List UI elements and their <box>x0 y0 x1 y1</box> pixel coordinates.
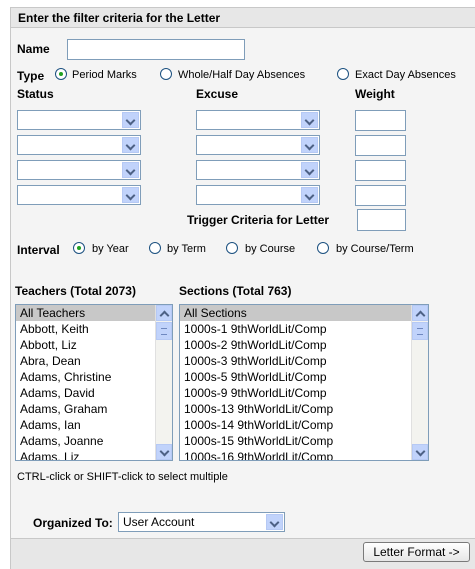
interval-label: Interval <box>17 243 60 257</box>
list-item[interactable]: 1000s-9 9thWorldLit/Comp <box>180 385 428 401</box>
sections-scrollbar[interactable] <box>411 305 428 460</box>
organized-to-select[interactable]: User Account <box>118 512 285 532</box>
excuse-select-1[interactable] <box>196 110 320 130</box>
scroll-up-icon[interactable] <box>156 305 172 321</box>
organized-to-label: Organized To: <box>33 516 113 530</box>
chevron-down-icon[interactable] <box>266 514 283 530</box>
list-item[interactable]: Abbott, Keith <box>16 321 172 337</box>
teachers-listbox[interactable]: All Teachers Abbott, Keith Abbott, Liz A… <box>15 304 173 461</box>
chevron-down-icon[interactable] <box>301 137 318 153</box>
interval-radio-by-course[interactable] <box>226 242 238 254</box>
list-item[interactable]: 1000s-15 9thWorldLit/Comp <box>180 433 428 449</box>
trigger-criteria-label: Trigger Criteria for Letter <box>187 213 330 227</box>
type-radio-whole-half-day[interactable] <box>160 68 172 80</box>
type-option-exact-day: Exact Day Absences <box>355 69 456 81</box>
list-item[interactable]: Abbott, Liz <box>16 337 172 353</box>
excuse-select-2[interactable] <box>196 135 320 155</box>
interval-radio-by-course-term[interactable] <box>317 242 329 254</box>
type-radio-period-marks[interactable] <box>55 68 67 80</box>
type-label: Type <box>17 69 45 83</box>
excuse-column-header: Excuse <box>196 87 239 101</box>
list-item[interactable]: 1000s-3 9thWorldLit/Comp <box>180 353 428 369</box>
interval-radio-by-term[interactable] <box>149 242 161 254</box>
type-option-period-marks: Period Marks <box>72 69 137 81</box>
list-item[interactable]: 1000s-2 9thWorldLit/Comp <box>180 337 428 353</box>
chevron-down-icon[interactable] <box>122 112 139 128</box>
scroll-up-icon[interactable] <box>412 305 428 321</box>
list-item[interactable]: Adams, Christine <box>16 369 172 385</box>
list-item[interactable]: Adams, Liz <box>16 449 172 460</box>
list-item[interactable]: 1000s-14 9thWorldLit/Comp <box>180 417 428 433</box>
excuse-select-4[interactable] <box>196 185 320 205</box>
weight-input-4[interactable] <box>355 185 406 206</box>
status-select-2[interactable] <box>17 135 141 155</box>
chevron-down-icon[interactable] <box>301 112 318 128</box>
organized-to-value: User Account <box>123 515 195 529</box>
chevron-down-icon[interactable] <box>301 162 318 178</box>
type-option-whole-half-day: Whole/Half Day Absences <box>178 69 306 81</box>
interval-option-by-course-term: by Course/Term <box>336 243 414 255</box>
list-item[interactable]: Adams, Joanne <box>16 433 172 449</box>
status-select-1[interactable] <box>17 110 141 130</box>
list-item[interactable]: Abra, Dean <box>16 353 172 369</box>
name-input[interactable] <box>67 39 245 60</box>
weight-column-header: Weight <box>355 87 395 101</box>
list-item[interactable]: Adams, David <box>16 385 172 401</box>
excuse-select-3[interactable] <box>196 160 320 180</box>
status-select-3[interactable] <box>17 160 141 180</box>
status-column-header: Status <box>17 87 54 101</box>
list-item[interactable]: 1000s-16 9thWorldLit/Comp <box>180 449 428 460</box>
filter-panel <box>10 28 475 538</box>
list-item[interactable]: Adams, Ian <box>16 417 172 433</box>
teachers-scroll-thumb[interactable] <box>156 322 172 340</box>
filter-header: Enter the filter criteria for the Letter <box>10 7 475 28</box>
weight-input-2[interactable] <box>355 135 406 156</box>
scroll-down-icon[interactable] <box>412 444 428 460</box>
list-item[interactable]: Adams, Graham <box>16 401 172 417</box>
interval-option-by-term: by Term <box>167 243 206 255</box>
list-item[interactable]: 1000s-13 9thWorldLit/Comp <box>180 401 428 417</box>
interval-option-by-year: by Year <box>92 243 129 255</box>
interval-option-by-course: by Course <box>245 243 296 255</box>
status-select-4[interactable] <box>17 185 141 205</box>
letter-format-button[interactable]: Letter Format -> <box>363 542 470 562</box>
multi-select-hint: CTRL-click or SHIFT-click to select mult… <box>17 471 228 483</box>
teachers-list-label: Teachers (Total 2073) <box>15 284 136 298</box>
list-item[interactable]: 1000s-5 9thWorldLit/Comp <box>180 369 428 385</box>
chevron-down-icon[interactable] <box>122 137 139 153</box>
chevron-down-icon[interactable] <box>301 187 318 203</box>
interval-radio-by-year[interactable] <box>73 242 85 254</box>
teachers-scrollbar[interactable] <box>155 305 172 460</box>
chevron-down-icon[interactable] <box>122 187 139 203</box>
type-radio-exact-day[interactable] <box>337 68 349 80</box>
filter-header-title: Enter the filter criteria for the Letter <box>18 11 221 25</box>
list-item[interactable]: All Sections <box>180 305 428 321</box>
scroll-down-icon[interactable] <box>156 444 172 460</box>
weight-input-3[interactable] <box>355 160 406 181</box>
weight-input-1[interactable] <box>355 110 406 131</box>
name-label: Name <box>17 42 50 56</box>
list-item[interactable]: All Teachers <box>16 305 172 321</box>
sections-scroll-thumb[interactable] <box>412 322 428 340</box>
list-item[interactable]: 1000s-1 9thWorldLit/Comp <box>180 321 428 337</box>
sections-listbox[interactable]: All Sections 1000s-1 9thWorldLit/Comp 10… <box>179 304 429 461</box>
chevron-down-icon[interactable] <box>122 162 139 178</box>
trigger-criteria-input[interactable] <box>357 209 406 231</box>
sections-list-label: Sections (Total 763) <box>179 284 292 298</box>
